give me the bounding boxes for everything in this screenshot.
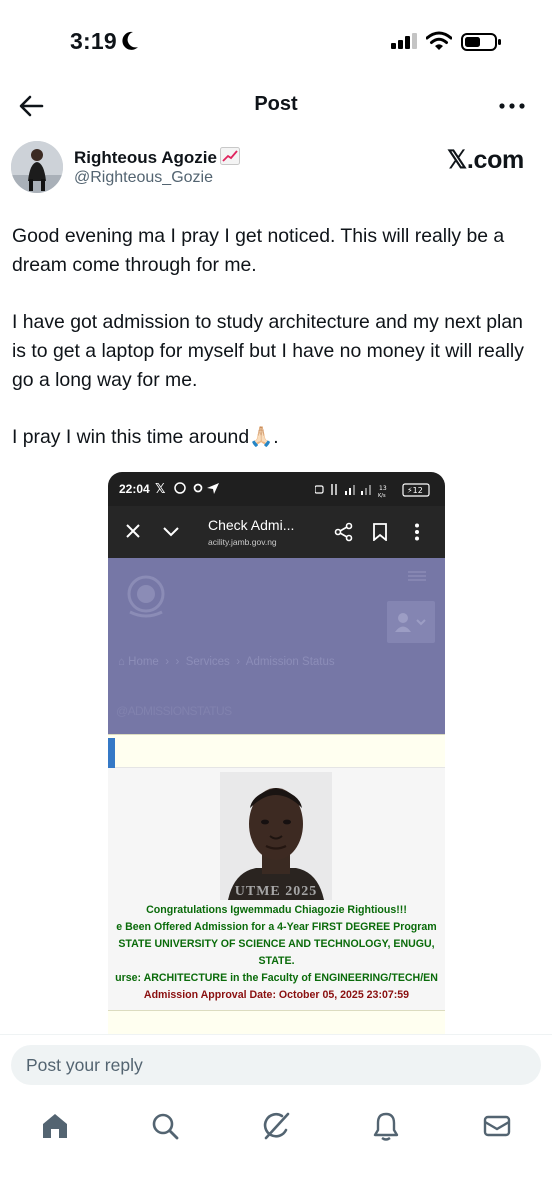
media-browser-toolbar: Check Admi... acility.jamb.gov.ng <box>108 506 445 558</box>
media-status-time: 22:04 <box>119 482 150 496</box>
status-bar: 3:19 <box>0 0 552 84</box>
media-congrats-line: Congratulations Igwemmadu Chiagozie Righ… <box>146 904 407 916</box>
breadcrumb-home: Home <box>128 656 159 668</box>
post-media-image[interactable]: 22:04 𝕏 13 K/s ⚡12 Check Admi... acility… <box>108 472 445 1034</box>
battery-icon <box>461 33 501 51</box>
more-options-icon[interactable] <box>497 96 527 116</box>
post-paragraph: I have got admission to study architectu… <box>12 311 524 391</box>
media-bottom-strip <box>108 1010 445 1034</box>
home-icon: ⌂ <box>118 656 129 668</box>
avatar[interactable] <box>11 141 63 193</box>
media-admission-body: UTME 2025 Congratulations Igwemmadu Chia… <box>108 768 445 1016</box>
media-share-icon <box>334 522 353 542</box>
post-paragraph: Good evening ma I pray I get noticed. Th… <box>12 225 505 276</box>
grok-icon[interactable] <box>260 1110 292 1142</box>
candidate-portrait-image <box>220 772 332 900</box>
media-close-icon <box>126 524 140 538</box>
page-title: Post <box>254 93 298 115</box>
reply-input[interactable]: Post your reply <box>11 1045 541 1085</box>
reply-placeholder: Post your reply <box>26 1055 143 1075</box>
svg-text:13: 13 <box>379 485 387 492</box>
notifications-bell-icon[interactable] <box>370 1110 402 1142</box>
chart-increasing-emoji-icon <box>219 147 240 165</box>
post-author: Righteous Agozie @Righteous_Gozie 𝕏.com <box>0 140 552 200</box>
media-candidate-photo: UTME 2025 <box>220 772 332 900</box>
home-icon[interactable] <box>39 1110 71 1142</box>
status-time: 3:19 <box>70 28 117 54</box>
media-tab-title: Check Admi... <box>208 517 295 533</box>
messages-envelope-icon[interactable] <box>481 1110 513 1142</box>
media-jamb-logo-icon <box>127 575 165 618</box>
svg-text:⚡12: ⚡12 <box>407 486 423 495</box>
breadcrumb-admission-status: Admission Status <box>245 656 335 668</box>
media-user-menu <box>387 601 435 643</box>
media-notice-strip <box>108 734 445 768</box>
author-name[interactable]: Righteous Agozie <box>74 147 240 168</box>
source-label: 𝕏.com <box>447 146 524 174</box>
media-menu-icon <box>408 571 426 581</box>
media-user-icon <box>395 613 426 632</box>
media-institution-line-2: STATE. <box>258 955 295 967</box>
post-paragraph: I pray I win this time around🙏🏻. <box>12 426 279 448</box>
post-text: Good evening ma I pray I get noticed. Th… <box>12 222 542 480</box>
focus-moon-icon <box>122 31 138 50</box>
bottom-nav <box>0 1100 552 1160</box>
media-more-icon <box>415 523 419 541</box>
media-course-line: urse: ARCHITECTURE in the Faculty of ENG… <box>115 972 438 984</box>
media-notification-icons: 𝕏 <box>155 482 219 495</box>
media-breadcrumb: ⌂ Home › › Services › Admission Status <box>118 656 335 668</box>
wifi-icon <box>426 31 452 50</box>
media-approval-date: Admission Approval Date: October 05, 202… <box>143 989 410 1001</box>
media-chevron-down-icon <box>163 527 179 537</box>
media-offer-line: e Been Offered Admission for a 4-Year FI… <box>116 921 437 933</box>
media-notice-marker <box>108 738 115 768</box>
media-system-icons: 13 K/s ⚡12 <box>315 483 430 498</box>
media-photo-caption: UTME 2025 <box>234 884 318 899</box>
cellular-signal-icon <box>391 33 417 49</box>
svg-text:K/s: K/s <box>378 493 386 498</box>
author-handle[interactable]: @Righteous_Gozie <box>74 169 213 187</box>
media-section-label: @ADMISSIONSTATUS <box>116 704 232 718</box>
media-url: acility.jamb.gov.ng <box>208 537 277 547</box>
breadcrumb-services: Services <box>185 656 230 668</box>
search-icon[interactable] <box>149 1110 181 1142</box>
media-bookmark-icon <box>373 523 387 541</box>
svg-text:𝕏: 𝕏 <box>155 482 166 495</box>
post-header: Post <box>0 84 552 130</box>
media-institution-line: STATE UNIVERSITY OF SCIENCE AND TECHNOLO… <box>118 938 435 950</box>
media-page-header: ⌂ Home › › Services › Admission Status @… <box>108 558 445 734</box>
divider <box>0 1034 552 1035</box>
avatar-image <box>11 141 63 193</box>
media-status-bar: 22:04 𝕏 13 K/s ⚡12 <box>108 472 445 506</box>
